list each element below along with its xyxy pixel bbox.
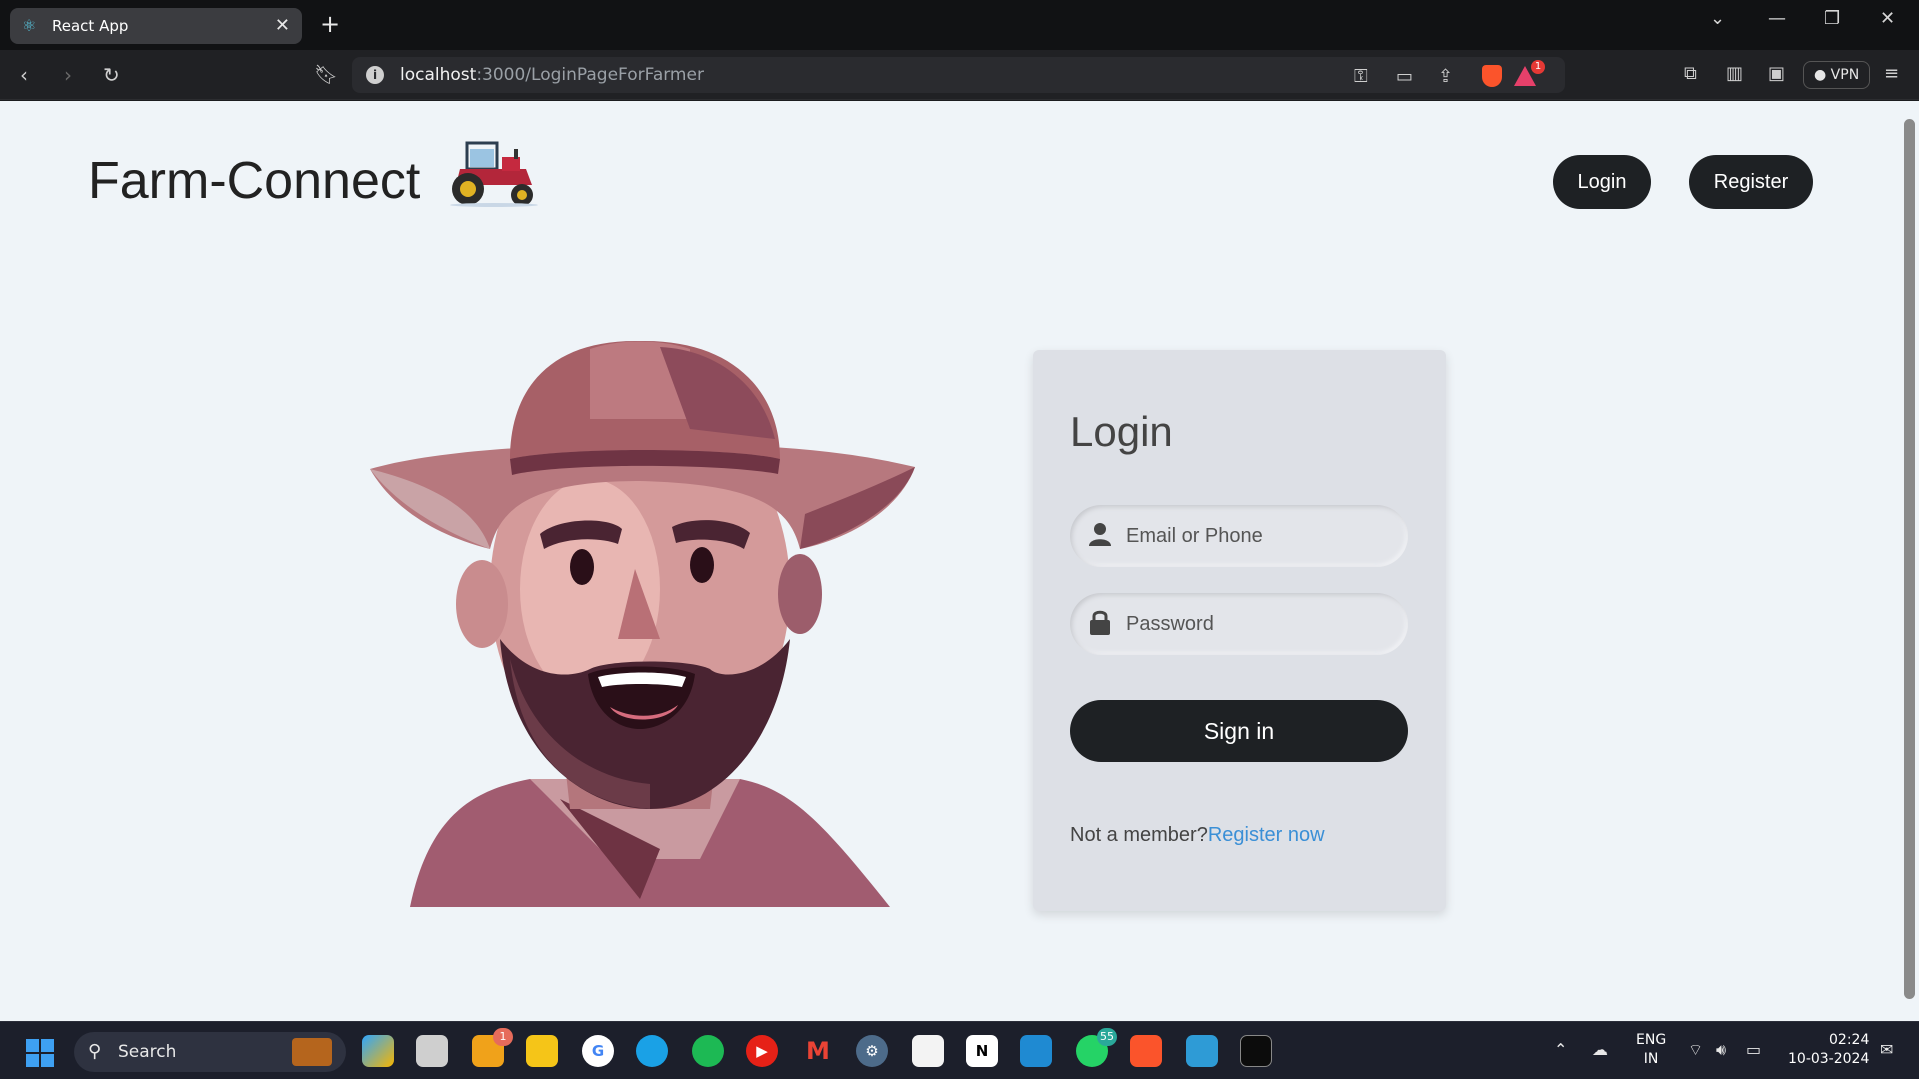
notepad-icon[interactable] — [1186, 1035, 1218, 1067]
language-indicator[interactable]: ENG IN — [1636, 1031, 1666, 1069]
copilot-icon[interactable] — [362, 1035, 394, 1067]
forward-icon[interactable]: › — [64, 63, 72, 87]
google-chrome-icon[interactable]: G — [582, 1035, 614, 1067]
region-code: IN — [1643, 1051, 1659, 1067]
browser-toolbar: ‹ › ↻ 🔖︎ i localhost:3000/LoginPageForFa… — [0, 50, 1919, 100]
search-icon: ⚲ — [88, 1041, 102, 1062]
microsoft-store-icon[interactable] — [912, 1035, 944, 1067]
edge-icon[interactable] — [636, 1035, 668, 1067]
register-now-link[interactable]: Register now — [1208, 824, 1325, 846]
register-prompt: Not a member?Register now — [1070, 824, 1325, 847]
system-clock[interactable]: 02:24 10-03-2024 — [1788, 1031, 1869, 1069]
mail-app-icon[interactable]: 1 — [472, 1028, 513, 1067]
scrollbar-thumb[interactable] — [1904, 119, 1915, 999]
not-member-text: Not a member? — [1070, 824, 1208, 846]
spotify-icon[interactable] — [692, 1035, 724, 1067]
clock-time: 02:24 — [1829, 1032, 1870, 1048]
file-explorer-icon[interactable] — [526, 1035, 558, 1067]
react-icon: ⚛ — [22, 16, 37, 35]
windows-start-icon[interactable] — [26, 1039, 54, 1067]
wifi-icon[interactable]: ⌔ — [1688, 1040, 1703, 1060]
email-field[interactable] — [1070, 505, 1408, 567]
tray-chevron-icon[interactable]: ⌃ — [1554, 1040, 1567, 1059]
lock-icon — [1086, 609, 1114, 639]
notification-icon[interactable]: ✉ — [1880, 1040, 1893, 1059]
close-tab-icon[interactable]: ✕ — [275, 15, 290, 36]
email-input[interactable] — [1126, 524, 1386, 548]
sign-in-button[interactable]: Sign in — [1070, 700, 1408, 762]
user-icon — [1086, 522, 1114, 550]
close-window-icon[interactable]: ✕ — [1880, 8, 1895, 29]
menu-icon[interactable]: ≡ — [1884, 63, 1899, 84]
password-key-icon[interactable]: ⚿ — [1354, 66, 1368, 87]
youtube-music-icon[interactable]: ▶ — [746, 1035, 778, 1067]
terminal-icon[interactable] — [1240, 1035, 1272, 1067]
bookmark-icon[interactable]: 🔖︎ — [314, 63, 338, 86]
cast-icon[interactable]: ▭ — [1396, 66, 1413, 87]
language-code: ENG — [1636, 1032, 1667, 1048]
site-info-icon[interactable]: i — [366, 66, 384, 84]
wallet-icon[interactable]: ▣ — [1768, 63, 1785, 84]
page-scrollbar[interactable] — [1900, 101, 1919, 1021]
brave-browser-icon[interactable] — [1130, 1035, 1162, 1067]
mail-badge: 1 — [493, 1028, 513, 1046]
browser-title-bar: ⚛ React App ✕ + ⌄ — ❐ ✕ — [0, 0, 1919, 50]
task-view-icon[interactable] — [416, 1035, 448, 1067]
tractor-icon — [450, 141, 538, 207]
nav-login-button[interactable]: Login — [1553, 155, 1651, 209]
whatsapp-badge: 55 — [1097, 1028, 1117, 1046]
whatsapp-icon[interactable]: 55 — [1076, 1028, 1117, 1067]
gmail-icon[interactable]: M — [802, 1035, 834, 1067]
tab-search-icon[interactable]: ⌄ — [1710, 8, 1725, 29]
windows-taskbar: ⚲ Search 1 G ▶ M ⚙ N 55 ⌃ ☁ ENG IN ⌔ 🔊︎ … — [0, 1021, 1919, 1079]
web-page: Farm-Connect Login Register Login Email … — [0, 101, 1900, 1021]
minimize-icon[interactable]: — — [1768, 8, 1786, 29]
notion-icon[interactable]: N — [966, 1035, 998, 1067]
vscode-icon[interactable] — [1020, 1035, 1052, 1067]
vpn-button[interactable]: ● VPN — [1803, 61, 1871, 89]
new-tab-icon[interactable]: + — [320, 10, 340, 38]
search-label: Search — [118, 1042, 177, 1062]
url-text[interactable]: localhost:3000/LoginPageForFarmer — [400, 65, 704, 85]
restore-icon[interactable]: ❐ — [1824, 8, 1840, 29]
nav-register-button[interactable]: Register — [1689, 155, 1813, 209]
share-icon[interactable]: ⇪ — [1438, 66, 1453, 87]
volume-icon[interactable]: 🔊︎ — [1716, 1040, 1726, 1060]
onedrive-icon[interactable]: ☁ — [1592, 1040, 1608, 1059]
brand-title: Farm-Connect — [88, 152, 421, 210]
back-icon[interactable]: ‹ — [20, 63, 28, 87]
sidebar-icon[interactable]: ▥ — [1726, 63, 1743, 84]
rewards-badge: 1 — [1531, 60, 1545, 74]
password-input[interactable] — [1126, 612, 1386, 636]
login-card: Login Sign in Not a member?Register now — [1033, 350, 1446, 911]
reload-icon[interactable]: ↻ — [103, 63, 120, 87]
tab-title: React App — [52, 17, 129, 35]
extensions-icon[interactable]: ⧉ — [1684, 63, 1697, 84]
taskbar-search[interactable]: ⚲ Search — [74, 1032, 346, 1072]
password-field[interactable] — [1070, 593, 1408, 655]
farmer-illustration — [370, 340, 915, 907]
clock-date: 10-03-2024 — [1788, 1051, 1870, 1067]
settings-icon[interactable]: ⚙ — [856, 1035, 888, 1067]
brave-rewards-icon[interactable]: 1 — [1514, 60, 1545, 86]
login-title: Login — [1070, 408, 1173, 455]
battery-icon[interactable]: ▭ — [1746, 1040, 1761, 1059]
browser-tab[interactable]: ⚛ React App ✕ — [10, 8, 302, 44]
address-bar[interactable]: i localhost:3000/LoginPageForFarmer ⚿ ▭ … — [352, 57, 1565, 93]
search-highlight-icon — [292, 1038, 332, 1066]
brave-shields-icon[interactable] — [1482, 65, 1502, 87]
